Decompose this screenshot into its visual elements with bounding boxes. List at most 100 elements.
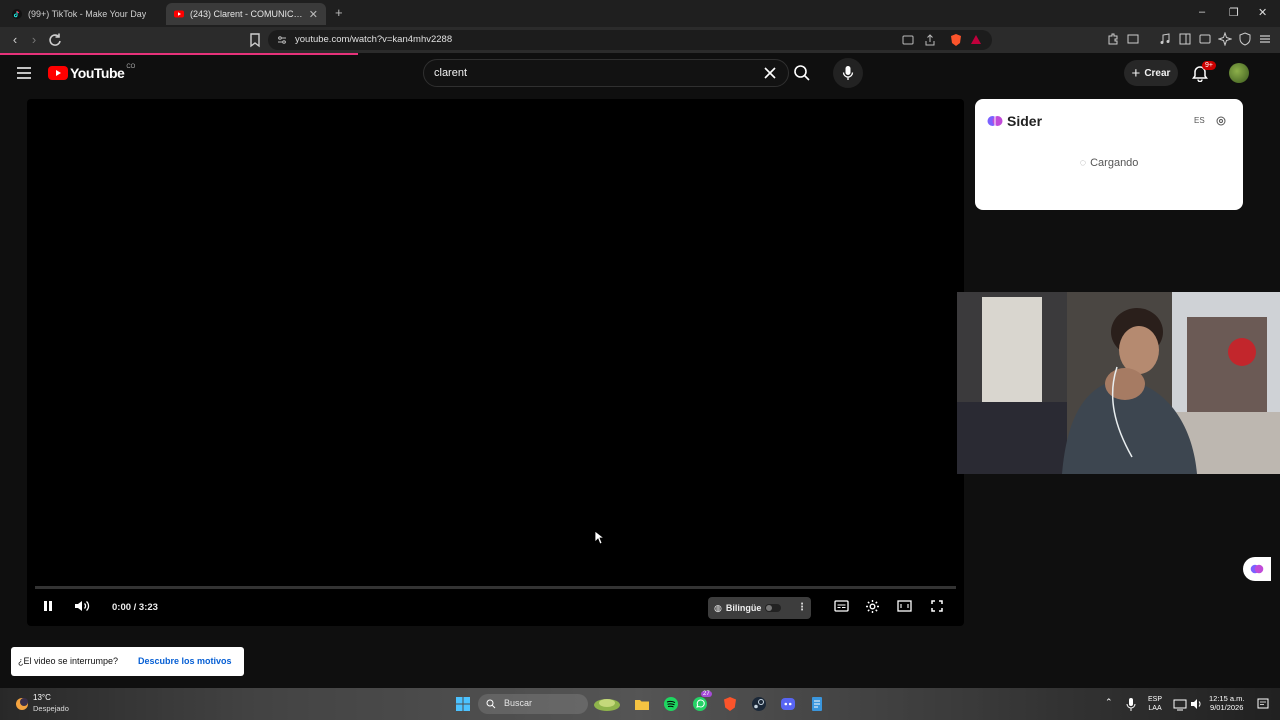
wallet-icon[interactable]	[1198, 32, 1212, 46]
time-display: 0:00 / 3:23	[112, 602, 158, 613]
new-tab-button[interactable]: +	[335, 5, 343, 20]
video-progress-bar[interactable]	[35, 586, 956, 589]
loading-text: Cargando	[1090, 157, 1139, 169]
brave-browser-icon[interactable]	[722, 696, 738, 712]
tray-overflow-icon[interactable]: ⌃	[1105, 697, 1113, 708]
steam-icon[interactable]	[751, 696, 767, 712]
settings-icon[interactable]	[1216, 116, 1226, 126]
webcam-image	[957, 292, 1280, 474]
youtube-logo-text: YouTube	[70, 65, 125, 81]
browser-toolbar: ‹ › youtube.com/watch?v=kan4mhv2288	[0, 27, 1280, 53]
input-language[interactable]: ESP LAA	[1148, 695, 1162, 713]
extensions-icon[interactable]	[1106, 32, 1120, 46]
bilingual-toggle[interactable]: ◍ Bilingüe ⋮	[708, 597, 811, 619]
clock[interactable]: 12:15 a.m. 9/01/2026	[1209, 694, 1244, 712]
taskbar-search[interactable]: Buscar	[478, 694, 588, 714]
more-options-icon[interactable]: ⋮	[797, 602, 807, 613]
share-icon[interactable]	[923, 33, 937, 47]
weather-icon[interactable]	[13, 695, 31, 713]
clear-search-icon[interactable]	[764, 67, 776, 79]
sider-brain-icon	[1250, 564, 1264, 574]
playback-issue-toast: ¿El video se interrumpe? Descubre los mo…	[11, 647, 244, 676]
fullscreen-icon[interactable]	[930, 599, 944, 613]
cast-icon[interactable]	[901, 33, 915, 47]
reload-icon[interactable]	[47, 32, 63, 48]
weather-description: Despejado	[33, 704, 69, 713]
loading-status: ◌ Cargando	[975, 157, 1243, 169]
bilingual-label: Bilingüe	[725, 603, 762, 613]
taskbar-search-label: Buscar	[504, 698, 533, 708]
whatsapp-badge: 27	[701, 691, 712, 697]
screenshot-icon[interactable]	[1126, 32, 1140, 46]
bilingual-switch[interactable]	[765, 604, 781, 612]
notification-center-icon[interactable]	[1257, 696, 1269, 712]
whatsapp-icon[interactable]	[692, 696, 708, 712]
file-explorer-icon[interactable]	[634, 696, 650, 712]
avatar[interactable]	[1229, 63, 1249, 83]
youtube-logo[interactable]: YouTube CO	[48, 64, 135, 81]
youtube-header: YouTube CO clarent + Crear 9+	[0, 55, 1280, 91]
toast-link[interactable]: Descubre los motivos	[138, 656, 232, 666]
create-label: Crear	[1144, 67, 1171, 79]
microphone-tray-icon[interactable]	[1125, 696, 1137, 712]
volume-icon[interactable]	[74, 599, 90, 613]
close-window-button[interactable]: ✕	[1258, 6, 1267, 19]
discord-icon[interactable]	[780, 696, 796, 712]
notepad-icon[interactable]	[809, 696, 825, 712]
address-bar[interactable]: youtube.com/watch?v=kan4mhv2288	[268, 30, 992, 50]
network-icon[interactable]	[1173, 696, 1187, 712]
youtube-icon	[174, 10, 184, 18]
pause-icon[interactable]	[41, 599, 55, 613]
media-icon[interactable]	[1158, 32, 1172, 46]
menu-icon[interactable]	[1258, 32, 1272, 46]
tab-title: (243) Clarent - COMUNICADO (V...	[190, 9, 308, 19]
language-code: ESP	[1148, 696, 1163, 703]
spotify-icon[interactable]	[663, 696, 679, 712]
tab-title: (99+) TikTok - Make Your Day	[28, 9, 147, 19]
back-icon[interactable]: ‹	[7, 32, 23, 48]
voice-search-button[interactable]	[833, 58, 863, 88]
settings-gear-icon[interactable]	[865, 599, 880, 614]
toast-message: ¿El video se interrumpe?	[18, 656, 119, 666]
video-player[interactable]: 0:00 / 3:23 ◍ Bilingüe ⋮	[27, 99, 964, 626]
notification-badge: 9+	[1202, 61, 1216, 70]
hamburger-menu-icon[interactable]	[16, 66, 32, 80]
plus-icon: +	[1131, 64, 1141, 82]
brave-shield-icon[interactable]	[949, 33, 963, 47]
sidebar-icon[interactable]	[1178, 32, 1192, 46]
sider-brain-icon	[987, 116, 1003, 126]
brave-rewards-icon[interactable]	[969, 33, 983, 47]
subtitles-icon[interactable]	[834, 599, 849, 613]
windows-taskbar: 13°C Despejado Buscar 27 ⌃ ESP LAA 12:15…	[0, 688, 1280, 720]
close-tab-icon[interactable]: ✕	[309, 8, 318, 21]
globe-icon: ◍	[714, 602, 722, 613]
notifications-button[interactable]: 9+	[1191, 61, 1216, 84]
search-box[interactable]: clarent	[423, 59, 789, 87]
youtube-logo-icon	[48, 66, 68, 80]
site-settings-icon[interactable]	[277, 35, 287, 45]
spinner-icon: ◌	[1079, 157, 1087, 169]
browser-tab-bar: (99+) TikTok - Make Your Day (243) Clare…	[0, 0, 1280, 27]
sider-title: Sider	[1007, 113, 1043, 129]
search-icon	[486, 699, 496, 709]
minimize-button[interactable]: –	[1199, 6, 1205, 18]
clock-time: 12:15 a.m.	[1209, 694, 1245, 703]
volume-tray-icon[interactable]	[1190, 696, 1204, 712]
create-button[interactable]: + Crear	[1124, 60, 1178, 86]
search-input[interactable]: clarent	[434, 67, 467, 79]
tab-tiktok[interactable]: (99+) TikTok - Make Your Day	[4, 3, 164, 25]
vpn-icon[interactable]	[1238, 32, 1252, 46]
bookmark-icon[interactable]	[247, 32, 263, 48]
windows-start-icon[interactable]	[455, 696, 471, 712]
theater-mode-icon[interactable]	[897, 599, 912, 613]
forward-icon[interactable]: ›	[26, 32, 42, 48]
weather-temperature: 13°C	[33, 693, 51, 702]
mouse-cursor-icon	[594, 530, 604, 545]
taskbar-widget-icon[interactable]	[592, 696, 622, 712]
language-selector[interactable]: ES	[1194, 116, 1205, 125]
maximize-button[interactable]: ❐	[1229, 6, 1239, 19]
leo-ai-icon[interactable]	[1218, 32, 1232, 46]
sider-floating-button[interactable]	[1243, 557, 1271, 581]
tab-youtube[interactable]: (243) Clarent - COMUNICADO (V... ✕	[166, 3, 326, 25]
search-icon[interactable]	[793, 64, 811, 82]
